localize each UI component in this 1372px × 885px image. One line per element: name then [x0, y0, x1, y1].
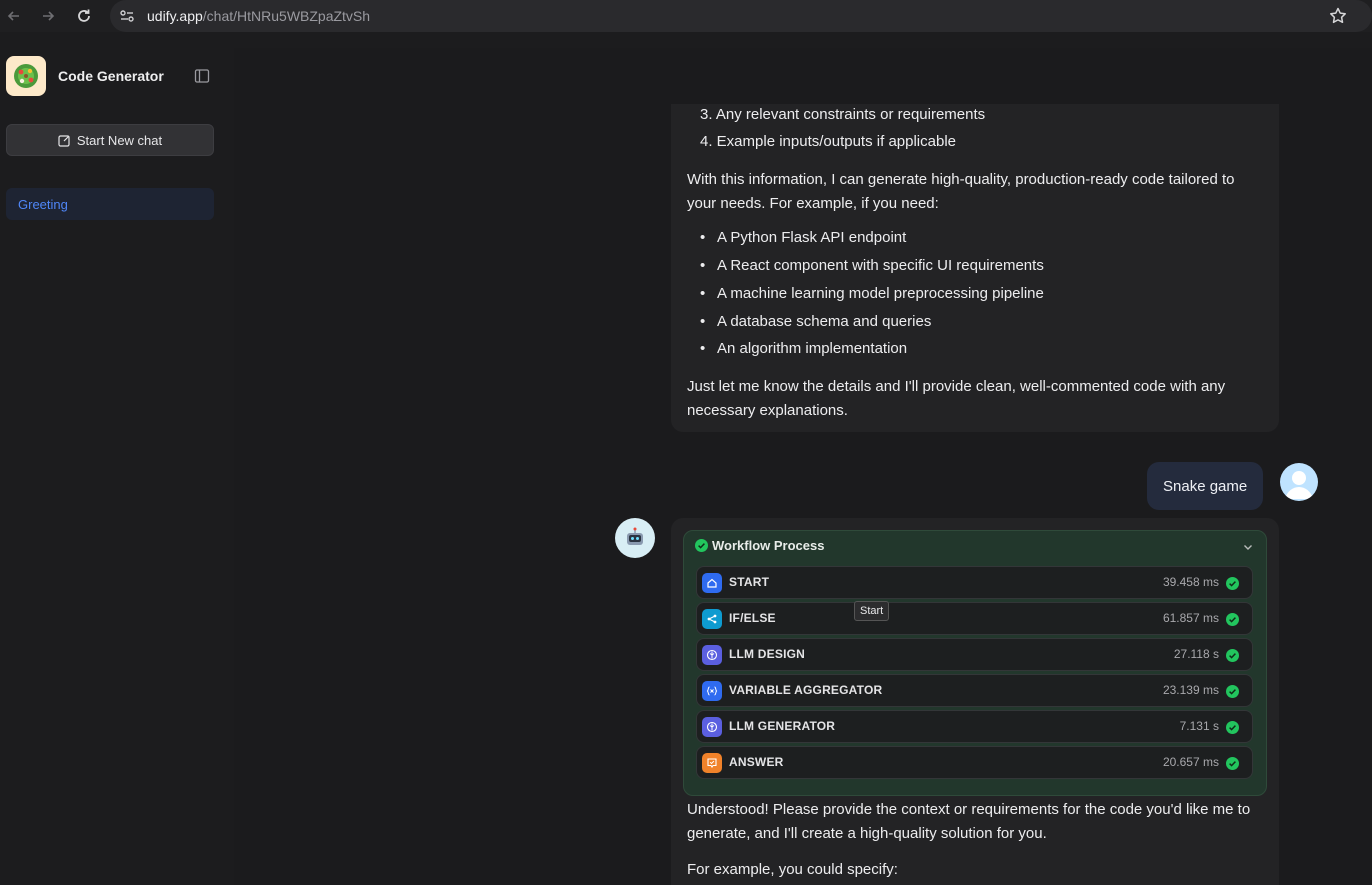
list-item: A database schema and queries — [700, 313, 931, 330]
answer-paragraph: With this information, I can generate hi… — [687, 171, 1235, 212]
url-text: udify.app/chat/HtNRu5WBZpaZtvSh — [147, 8, 371, 24]
check-circle-icon — [1226, 721, 1239, 734]
workflow-node-llm-generator[interactable]: LLM GENERATOR 7.131 s — [696, 710, 1253, 743]
list-item: 4. Example inputs/outputs if applicable — [700, 133, 956, 150]
bookmark-star-icon[interactable] — [1328, 6, 1348, 26]
sidebar: Code Generator Start New chat Greeting — [0, 40, 232, 885]
llm-icon — [702, 717, 722, 737]
list-item: A Python Flask API endpoint — [700, 229, 906, 246]
workflow-node-if-else[interactable]: IF/ELSE 61.857 ms — [696, 602, 1253, 635]
check-circle-icon — [1226, 649, 1239, 662]
user-message-bubble: Snake game — [1147, 462, 1264, 510]
workflow-node-time: 39.458 ms — [1162, 575, 1219, 589]
reload-icon[interactable] — [72, 4, 96, 28]
back-arrow-icon[interactable] — [2, 4, 26, 28]
edit-icon — [58, 134, 71, 147]
list-item: A machine learning model preprocessing p… — [700, 285, 1044, 302]
app-title: Code Generator — [58, 68, 164, 84]
list-item: An algorithm implementation — [700, 340, 907, 357]
workflow-node-answer[interactable]: ANSWER 20.657 ms — [696, 746, 1253, 779]
check-circle-icon — [695, 539, 708, 552]
workflow-node-name: VARIABLE AGGREGATOR — [729, 683, 883, 697]
variable-icon — [702, 681, 722, 701]
list-item: 3. Any relevant constraints or requireme… — [700, 106, 986, 123]
check-circle-icon — [1226, 577, 1239, 590]
sidebar-item-greeting[interactable]: Greeting — [6, 188, 214, 220]
list-item: A React component with specific UI requi… — [700, 257, 1044, 274]
check-circle-icon — [1226, 613, 1239, 626]
check-circle-icon — [1226, 685, 1239, 698]
workflow-node-name: START — [729, 575, 770, 589]
workflow-node-time: 27.118 s — [1173, 647, 1219, 661]
answer-paragraph: For example, you could specify: — [687, 861, 898, 878]
workflow-node-time: 20.657 ms — [1162, 755, 1219, 769]
chevron-down-icon[interactable] — [1242, 540, 1254, 552]
sidebar-collapse-icon[interactable] — [194, 68, 210, 84]
workflow-node-name: IF/ELSE — [729, 611, 776, 625]
workflow-node-time: 61.857 ms — [1162, 611, 1219, 625]
tooltip: Start — [854, 601, 890, 621]
workflow-node-start[interactable]: START 39.458 ms — [696, 566, 1253, 599]
start-new-chat-label: Start New chat — [76, 132, 163, 148]
start-new-chat-button[interactable]: Start New chat — [6, 124, 214, 156]
answer-paragraph: Just let me know the details and I'll pr… — [687, 378, 1226, 419]
workflow-node-name: LLM GENERATOR — [729, 719, 836, 733]
site-settings-icon[interactable] — [118, 7, 136, 25]
check-circle-icon — [1226, 757, 1239, 770]
forward-arrow-icon[interactable] — [36, 4, 60, 28]
workflow-node-time: 23.139 ms — [1162, 683, 1219, 697]
llm-icon — [702, 645, 722, 665]
workflow-node-variable-aggregator[interactable]: VARIABLE AGGREGATOR 23.139 ms — [696, 674, 1253, 707]
app-logo — [6, 56, 46, 96]
bot-avatar — [615, 518, 655, 558]
workflow-node-name: ANSWER — [729, 755, 784, 769]
workflow-title: Workflow Process — [712, 538, 825, 553]
branch-icon — [702, 609, 722, 629]
workflow-node-time: 7.131 s — [1179, 719, 1219, 733]
home-icon — [702, 573, 722, 593]
workflow-node-name: LLM DESIGN — [729, 647, 805, 661]
answer-paragraph: Understood! Please provide the context o… — [687, 801, 1251, 842]
user-avatar — [1280, 463, 1318, 501]
answer-icon — [702, 753, 722, 773]
browser-toolbar: udify.app/chat/HtNRu5WBZpaZtvSh — [0, 0, 1372, 32]
workflow-node-llm-design[interactable]: LLM DESIGN 27.118 s — [696, 638, 1253, 671]
address-bar[interactable]: udify.app/chat/HtNRu5WBZpaZtvSh — [110, 0, 1372, 32]
